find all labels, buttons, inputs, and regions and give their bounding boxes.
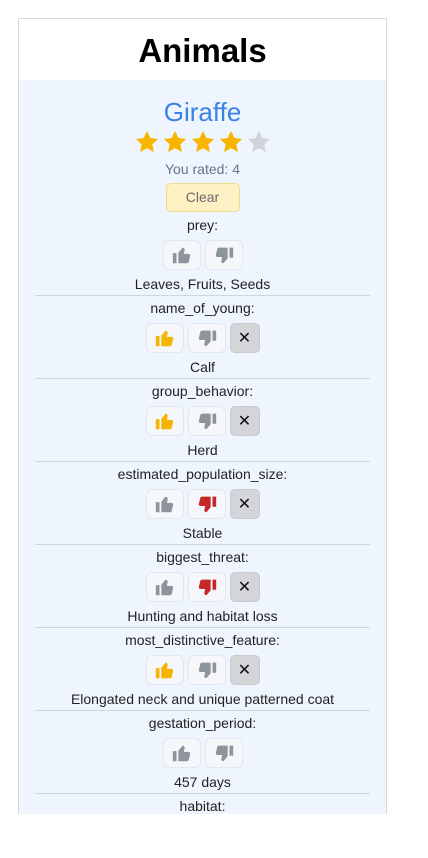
star-icon[interactable] — [245, 128, 273, 156]
thumbs-up-button[interactable] — [145, 655, 184, 685]
property-value: 457 days — [174, 774, 231, 790]
close-icon: ✕ — [237, 579, 252, 596]
property-list: prey: Leaves, Fruits, Seeds name_of_young:… — [19, 216, 386, 814]
thumbs-down-icon — [213, 742, 235, 764]
clear-rating-button[interactable]: Clear — [165, 183, 240, 212]
page-title: Animals — [138, 32, 267, 69]
star-icon[interactable] — [161, 128, 189, 156]
property-item: estimated_population_size: ✕ Stable — [19, 465, 386, 545]
thumbs-down-icon — [213, 244, 235, 266]
property-item: biggest_threat: ✕ Hunting and habitat loss — [19, 548, 386, 628]
vote-row: ✕ — [19, 572, 386, 602]
property-value: Calf — [190, 359, 215, 375]
divider — [35, 710, 370, 711]
star-icon[interactable] — [133, 128, 161, 156]
star-icon[interactable] — [217, 128, 245, 156]
property-value: Herd — [187, 442, 218, 458]
divider — [35, 378, 370, 379]
thumbs-up-icon — [154, 410, 176, 432]
vote-row — [19, 738, 386, 768]
clear-vote-button[interactable]: ✕ — [229, 323, 260, 353]
thumbs-down-button[interactable] — [187, 489, 226, 519]
clear-vote-button[interactable]: ✕ — [229, 406, 260, 436]
close-icon: ✕ — [237, 662, 252, 679]
property-item: prey: Leaves, Fruits, Seeds — [19, 216, 386, 296]
thumbs-down-button[interactable] — [187, 572, 226, 602]
thumbs-up-icon — [171, 244, 193, 266]
property-value: Stable — [182, 525, 223, 541]
property-label: prey: — [186, 217, 219, 233]
property-item: group_behavior: ✕ Herd — [19, 382, 386, 462]
thumbs-up-icon — [154, 327, 176, 349]
divider — [35, 627, 370, 628]
property-label: gestation_period: — [148, 715, 257, 731]
vote-row: ✕ — [19, 406, 386, 436]
property-item: gestation_period: 457 days — [19, 714, 386, 794]
property-item: most_distinctive_feature: ✕ Elongated neck… — [19, 631, 386, 711]
divider — [35, 793, 370, 794]
thumbs-down-button[interactable] — [204, 738, 243, 768]
animals-card: Animals Giraffe You rated: 4 Clear prey:… — [18, 18, 387, 814]
property-label: name_of_young: — [150, 300, 255, 316]
clear-vote-button[interactable]: ✕ — [229, 655, 260, 685]
clear-vote-button[interactable]: ✕ — [229, 572, 260, 602]
close-icon: ✕ — [237, 413, 252, 430]
thumbs-down-icon — [196, 410, 218, 432]
property-label: habitat: — [179, 798, 226, 814]
thumbs-up-icon — [154, 659, 176, 681]
star-rating — [19, 128, 386, 158]
divider — [35, 295, 370, 296]
thumbs-down-icon — [196, 659, 218, 681]
thumbs-down-button[interactable] — [204, 240, 243, 270]
thumbs-down-icon — [196, 493, 218, 515]
divider — [35, 461, 370, 462]
property-value: Hunting and habitat loss — [127, 608, 278, 624]
property-label: biggest_threat: — [156, 549, 249, 565]
thumbs-up-button[interactable] — [162, 240, 201, 270]
clear-vote-button[interactable]: ✕ — [229, 489, 260, 519]
thumbs-down-button[interactable] — [187, 323, 226, 353]
animal-panel: Giraffe You rated: 4 Clear prey: Leaves, … — [19, 80, 386, 814]
property-item: name_of_young: ✕ Calf — [19, 299, 386, 379]
thumbs-up-button[interactable] — [145, 323, 184, 353]
thumbs-up-icon — [154, 576, 176, 598]
thumbs-down-button[interactable] — [187, 406, 226, 436]
thumbs-down-icon — [196, 327, 218, 349]
property-label: estimated_population_size: — [117, 466, 288, 482]
close-icon: ✕ — [237, 496, 252, 513]
divider — [35, 544, 370, 545]
close-icon: ✕ — [237, 330, 252, 347]
thumbs-up-icon — [154, 493, 176, 515]
thumbs-down-button[interactable] — [187, 655, 226, 685]
vote-row: ✕ — [19, 655, 386, 685]
star-icon[interactable] — [189, 128, 217, 156]
property-value: Leaves, Fruits, Seeds — [134, 276, 271, 292]
thumbs-up-button[interactable] — [162, 738, 201, 768]
thumbs-up-button[interactable] — [145, 489, 184, 519]
vote-row: ✕ — [19, 323, 386, 353]
thumbs-down-icon — [196, 576, 218, 598]
thumbs-up-button[interactable] — [145, 406, 184, 436]
animal-name: Giraffe — [163, 97, 242, 127]
vote-row: ✕ — [19, 489, 386, 519]
property-label: most_distinctive_feature: — [125, 632, 280, 648]
thumbs-up-button[interactable] — [145, 572, 184, 602]
thumbs-up-icon — [171, 742, 193, 764]
property-value: Elongated neck and unique patterned coat — [70, 691, 335, 707]
property-item: habitat: — [19, 797, 386, 814]
property-label: group_behavior: — [151, 383, 254, 399]
rating-text: You rated: 4 — [165, 161, 240, 177]
vote-row — [19, 240, 386, 270]
